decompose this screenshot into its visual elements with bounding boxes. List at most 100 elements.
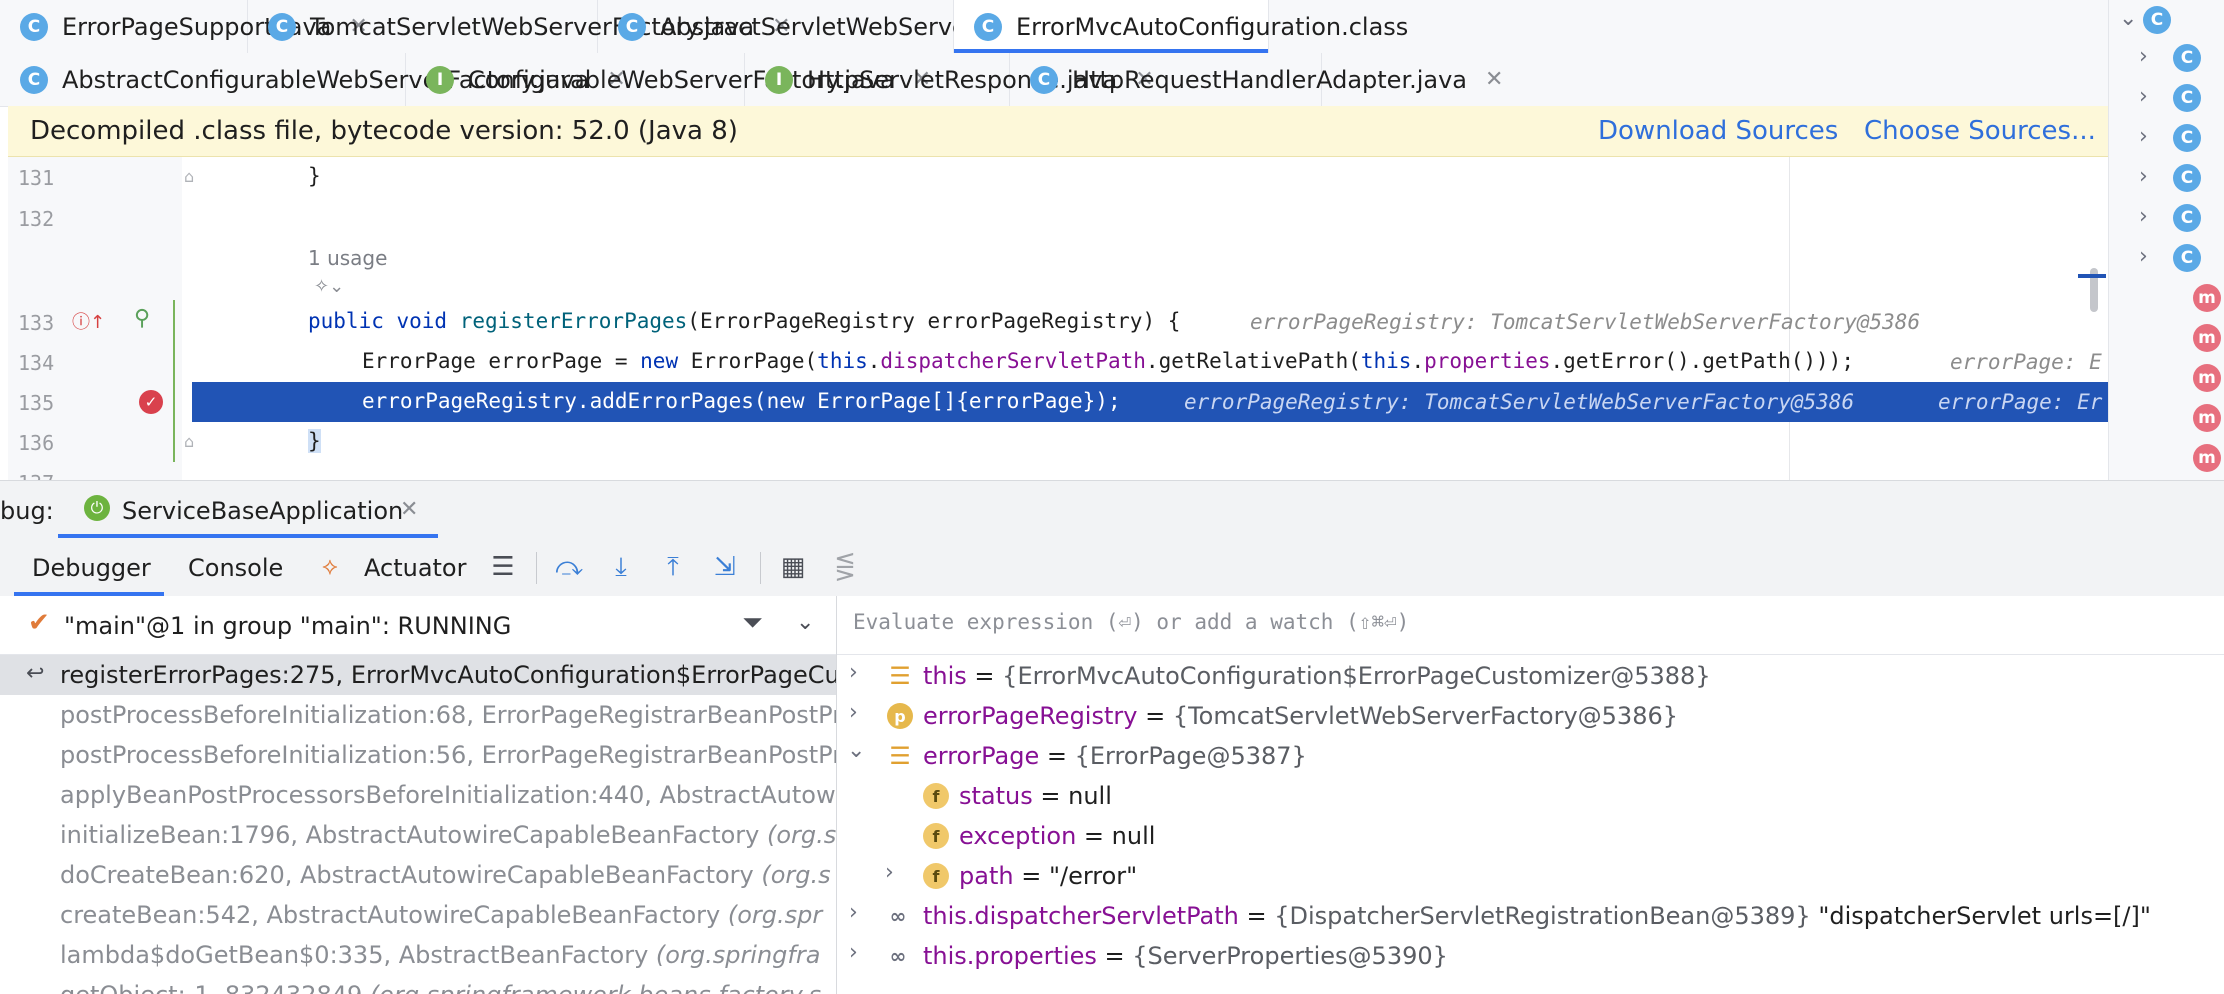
code-line-133: 133 ⓘ↑ ⚲ public void registerErrorPages(… (0, 302, 2108, 342)
fold-icon[interactable]: ⌂ (184, 432, 194, 451)
variable-row-this[interactable]: › ☰ this = {ErrorMvcAutoConfiguration$Er… (837, 656, 2224, 696)
chevron-right-icon[interactable]: › (2139, 164, 2148, 189)
method-icon[interactable]: m (2193, 364, 2221, 392)
variable-value: null (1068, 782, 1112, 810)
decompiled-banner: Decompiled .class file, bytecode version… (8, 106, 2108, 157)
variable-name: path (959, 862, 1014, 890)
stack-frame[interactable]: getObject:-1, 832432849 (org.springframe… (0, 975, 836, 994)
frame-text: postProcessBeforeInitialization:56, Erro… (60, 741, 836, 769)
frames-panel: ✔ "main"@1 in group "main": RUNNING ⏷ ⌄ … (0, 596, 837, 994)
variable-value: "/error" (1048, 862, 1138, 890)
step-into-icon[interactable]: ⤓ (602, 548, 640, 586)
step-over-icon[interactable]: ⤼ (550, 548, 588, 586)
method-icon[interactable]: m (2193, 284, 2221, 312)
chevron-right-icon[interactable]: › (849, 660, 858, 685)
tab-tomcat-servlet-web-server-factory[interactable]: C TomcatServletWebServerFactory.java ✕ (248, 0, 791, 53)
class-icon[interactable]: C (2173, 204, 2201, 232)
chevron-right-icon[interactable]: › (2139, 244, 2148, 269)
variable-value: {ErrorPage@5387} (1074, 742, 1307, 770)
variable-row-exception[interactable]: f exception = null (837, 816, 2224, 856)
tab-http-request-handler-adapter[interactable]: C HttpRequestHandlerAdapter.java ✕ (1010, 53, 1503, 106)
chevron-right-icon[interactable]: › (2139, 84, 2148, 109)
evaluate-table-icon[interactable]: ▦ (774, 548, 812, 586)
return-icon: ↩ (26, 661, 45, 686)
class-icon[interactable]: C (2173, 84, 2201, 112)
field-icon: f (923, 783, 949, 809)
stack-frame-current[interactable]: ↩ registerErrorPages:275, ErrorMvcAutoCo… (0, 655, 836, 695)
class-icon[interactable]: C (2173, 44, 2201, 72)
stack-frame[interactable]: createBean:542, AbstractAutowireCapableB… (0, 895, 836, 935)
chevron-right-icon[interactable]: › (849, 900, 858, 925)
class-icon[interactable]: C (2173, 124, 2201, 152)
step-out-icon[interactable]: ⤒ (654, 548, 692, 586)
stack-frame[interactable]: applyBeanPostProcessorsBeforeInitializat… (0, 775, 836, 815)
tab-error-mvc-auto-configuration[interactable]: C ErrorMvcAutoConfiguration.class (954, 0, 1408, 53)
tab-debugger[interactable]: Debugger (32, 554, 151, 582)
equals-sign: = (1238, 902, 1275, 930)
stack-frame[interactable]: doCreateBean:620, AbstractAutowireCapabl… (0, 855, 836, 895)
chevron-right-icon[interactable]: › (885, 860, 894, 885)
evaluate-expression-input[interactable]: Evaluate expression (⏎) or add a watch (… (853, 610, 2213, 634)
override-icon[interactable]: ⚲ (134, 306, 150, 331)
frame-package: (org.s (767, 821, 836, 849)
chevron-right-icon[interactable]: › (2139, 124, 2148, 149)
tab-configurable-web-server-factory[interactable]: I ConfigurableWebServerFactory.java ✕ (406, 53, 931, 106)
variable-row-properties[interactable]: › ∞ this.properties = {ServerProperties@… (837, 936, 2224, 976)
error-stripe-marker[interactable] (2078, 274, 2106, 278)
method-icon[interactable]: m (2193, 404, 2221, 432)
class-icon[interactable]: C (2173, 164, 2201, 192)
variable-row-status[interactable]: f status = null (837, 776, 2224, 816)
run-to-cursor-icon[interactable]: ⇲ (706, 548, 744, 586)
choose-sources-link[interactable]: Choose Sources... (1864, 116, 2096, 146)
fold-icon[interactable]: ⌂ (184, 167, 194, 186)
filter-icon[interactable]: ⏷ (742, 608, 763, 639)
method-icon[interactable]: m (2193, 324, 2221, 352)
variable-row-dispatcher-servlet-path[interactable]: › ∞ this.dispatcherServletPath = {Dispat… (837, 896, 2224, 936)
implements-icon[interactable]: ⓘ↑ (72, 308, 105, 334)
stack-frame[interactable]: postProcessBeforeInitialization:68, Erro… (0, 695, 836, 735)
tab-abstract-configurable-web-server-factory[interactable]: C AbstractConfigurableWebServerFactory.j… (0, 53, 626, 106)
stack-frame[interactable]: lambda$doGetBean$0:335, AbstractBeanFact… (0, 935, 836, 975)
stack-frame[interactable]: initializeBean:1796, AbstractAutowireCap… (0, 815, 836, 855)
usage-hint[interactable]: 1 usage (308, 246, 387, 270)
ai-actions-icon[interactable]: ✧⌄ (314, 276, 344, 297)
inline-debug-value: errorPageRegistry: TomcatServletWebServe… (1184, 390, 1855, 414)
variable-text: this.dispatcherServletPath = {Dispatcher… (923, 902, 2151, 930)
tab-http-servlet-response[interactable]: I HttpServletResponse.java ✕ (745, 53, 1154, 106)
field-name: properties (1424, 349, 1551, 373)
chevron-down-icon[interactable]: ⌄ (2119, 6, 2137, 31)
close-icon[interactable]: ✕ (400, 497, 418, 522)
class-icon[interactable]: C (2143, 6, 2171, 34)
download-sources-link[interactable]: Download Sources (1598, 116, 1838, 146)
debug-session-tab[interactable]: ServiceBaseApplication (122, 497, 403, 525)
inline-debug-value: errorPageRegistry: TomcatServletWebServe… (1250, 310, 1921, 334)
breakpoint-icon[interactable]: ✓ (139, 390, 163, 414)
chevron-down-icon[interactable]: ⌄ (796, 610, 814, 635)
tab-error-page-support[interactable]: C ErrorPageSupport.java ✕ (0, 0, 368, 53)
class-icon: C (268, 12, 296, 41)
chevron-right-icon[interactable]: › (2139, 204, 2148, 229)
variable-text: status = null (959, 782, 1112, 810)
chevron-right-icon[interactable]: › (2139, 44, 2148, 69)
line-number: 137 (18, 471, 54, 480)
chevron-down-icon[interactable]: ⌄ (847, 738, 865, 763)
threads-menu-icon[interactable]: ☰ (484, 548, 522, 586)
close-icon[interactable]: ✕ (1485, 67, 1503, 92)
tab-actuator[interactable]: Actuator (364, 554, 466, 582)
trace-icon[interactable]: ⋚ (826, 548, 864, 586)
variable-row-path[interactable]: › f path = "/error" (837, 856, 2224, 896)
chevron-right-icon[interactable]: › (849, 940, 858, 965)
class-icon[interactable]: C (2173, 244, 2201, 272)
spring-boot-icon: ⏻ (84, 495, 110, 521)
method-icon[interactable]: m (2193, 444, 2221, 472)
method-name: registerErrorPages (459, 309, 688, 333)
chevron-right-icon[interactable]: › (849, 700, 858, 725)
tab-console[interactable]: Console (188, 554, 283, 582)
variable-row-error-page-registry[interactable]: › p errorPageRegistry = {TomcatServletWe… (837, 696, 2224, 736)
stack-frame[interactable]: postProcessBeforeInitialization:56, Erro… (0, 735, 836, 775)
variable-row-error-page[interactable]: ⌄ ☰ errorPage = {ErrorPage@5387} (837, 736, 2224, 776)
thread-selector[interactable]: ✔ "main"@1 in group "main": RUNNING ⏷ ⌄ (0, 596, 836, 655)
variable-name: this.dispatcherServletPath (923, 902, 1239, 930)
thread-label: "main"@1 in group "main": RUNNING (64, 612, 512, 640)
tab-abstract-servlet-web-server-factory[interactable]: C AbstractServletWebServerFactory.java ✕ (598, 0, 1155, 53)
